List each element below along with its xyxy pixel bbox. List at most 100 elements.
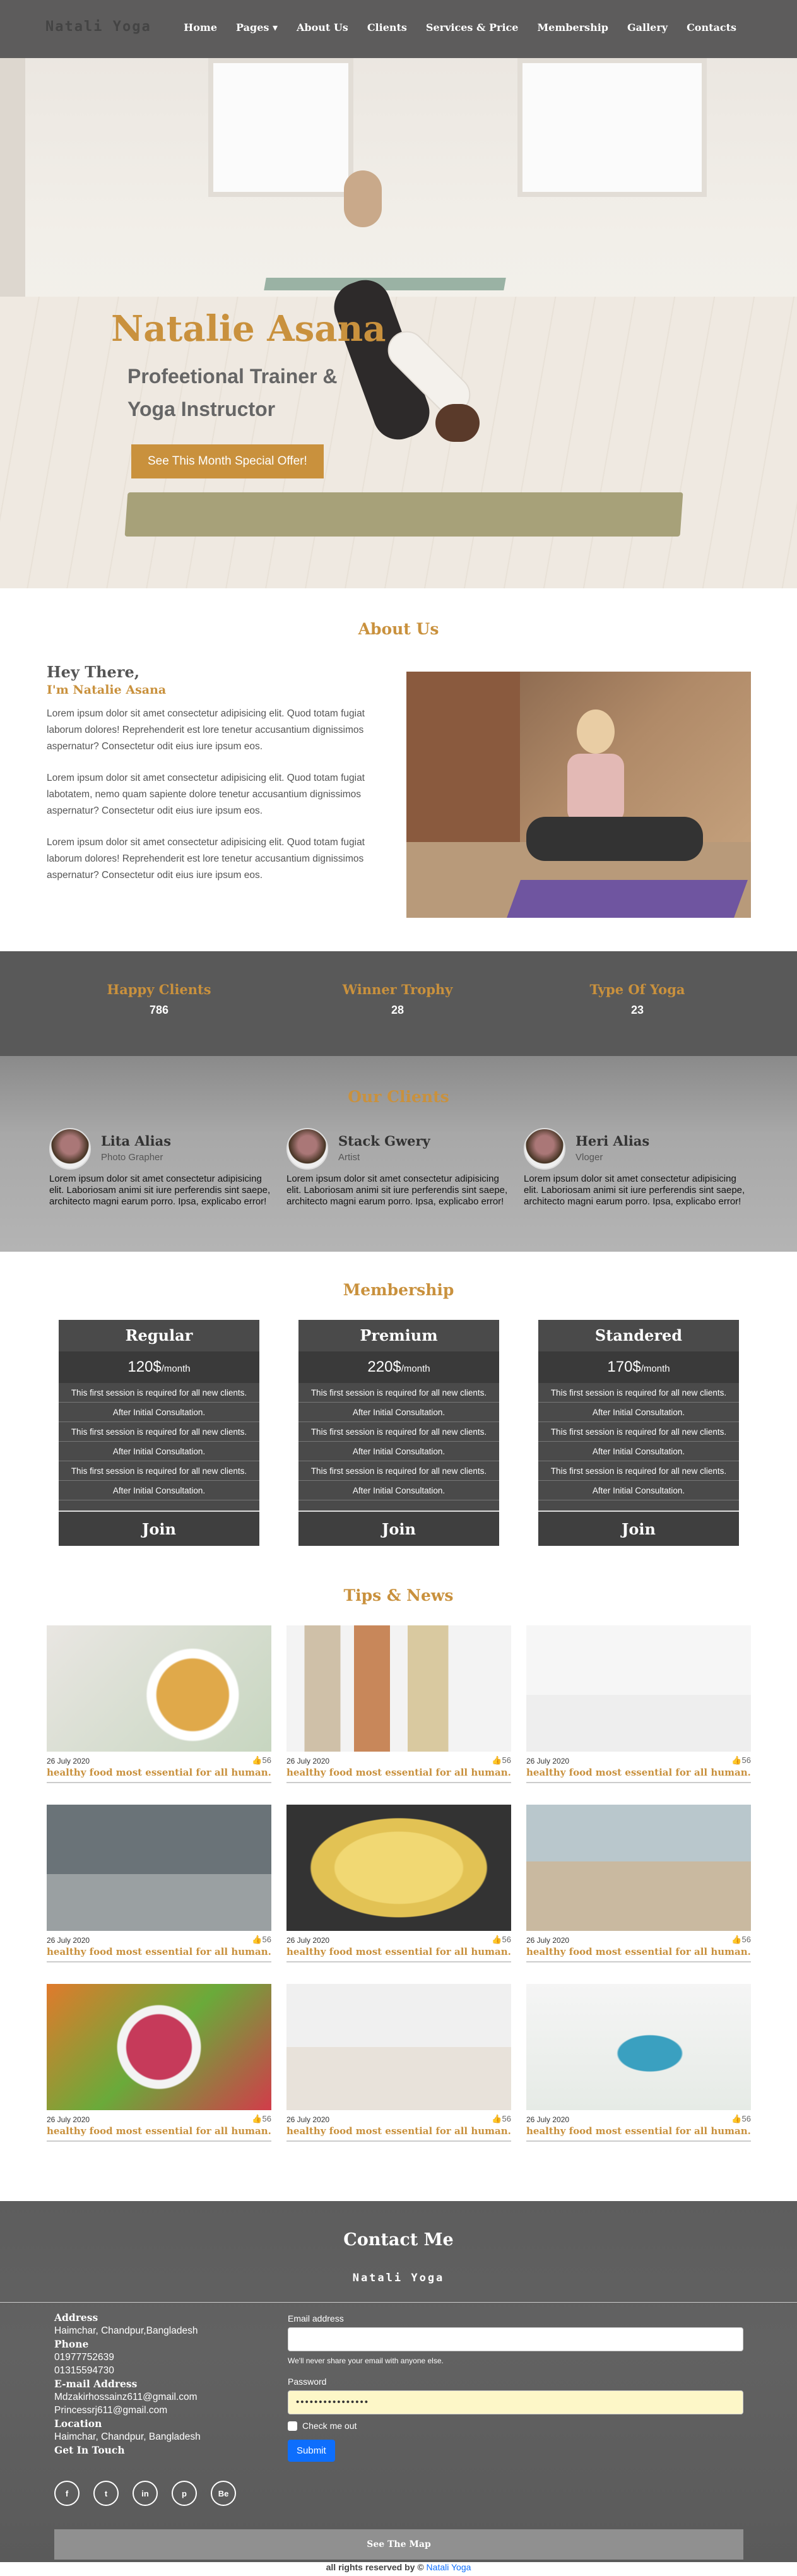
join-button[interactable]: Join <box>298 1511 499 1546</box>
news-image <box>286 1625 511 1752</box>
about-paragraph: Lorem ipsum dolor sit amet consectetur a… <box>47 773 365 816</box>
yoga-mat-back <box>264 278 506 290</box>
news-image <box>526 1984 751 2110</box>
brand-logo[interactable]: Natali Yoga <box>45 19 151 35</box>
like-count[interactable]: 👍56 <box>252 1755 271 1766</box>
footer: all rights reserved by © Natali Yoga <box>0 2562 797 2576</box>
news-card[interactable]: 26 July 2020 👍56 healthy food most essenti… <box>286 1805 511 1969</box>
footer-text: all rights reserved by © <box>326 2562 424 2572</box>
contact-logo: Natali Yoga <box>352 2272 445 2284</box>
linkedin-icon[interactable]: in <box>133 2481 158 2506</box>
phone-1: 01977752639 <box>54 2352 114 2363</box>
membership-section: Membership Regular 120$/month This first… <box>0 1252 797 1565</box>
location-text: Haimchar, Chandpur, Bangladesh <box>54 2431 201 2442</box>
submit-button[interactable]: Submit <box>288 2440 335 2462</box>
contact-form: Email address We'll never share your ema… <box>288 2313 743 2462</box>
facebook-icon[interactable]: f <box>54 2481 80 2506</box>
news-image <box>526 1625 751 1752</box>
clients-title: Our Clients <box>348 1088 449 1106</box>
see-map-button[interactable]: See The Map <box>54 2529 743 2560</box>
nav-pages-dropdown[interactable]: Pages ▾ <box>236 21 278 33</box>
news-headline[interactable]: healthy food most essential for all huma… <box>526 1946 751 1957</box>
about-paragraph: Lorem ipsum dolor sit amet consectetur a… <box>47 708 365 752</box>
news-image <box>47 1984 271 2110</box>
join-button[interactable]: Join <box>59 1511 259 1546</box>
plan-card-standered: Standered 170$/month This first session … <box>538 1320 739 1546</box>
about-intro: I'm Natalie Asana <box>47 683 167 697</box>
like-count[interactable]: 👍56 <box>731 1935 751 1945</box>
like-count[interactable]: 👍56 <box>731 2114 751 2124</box>
news-date: 26 July 2020 <box>47 1936 90 1945</box>
news-section: Tips & News 26 July 2020 👍56 healthy food … <box>0 1565 797 2201</box>
news-date: 26 July 2020 <box>526 1757 570 1766</box>
password-input[interactable]: •••••••••••••••• <box>288 2390 743 2414</box>
like-count[interactable]: 👍56 <box>252 2114 271 2124</box>
footer-link[interactable]: Natali Yoga <box>427 2562 471 2572</box>
news-headline[interactable]: healthy food most essential for all huma… <box>47 1946 271 1957</box>
like-count[interactable]: 👍56 <box>492 1755 511 1766</box>
about-photo <box>406 672 751 918</box>
news-card[interactable]: 26 July 2020 👍56 healthy food most essenti… <box>47 1625 271 1790</box>
news-card[interactable]: 26 July 2020 👍56 healthy food most essenti… <box>526 1805 751 1969</box>
password-label: Password <box>288 2377 327 2387</box>
nav-contacts[interactable]: Contacts <box>687 21 736 33</box>
contact-section: Contact Me Natali Yoga Address Haimchar,… <box>0 2201 797 2562</box>
twitter-icon[interactable]: t <box>93 2481 119 2506</box>
like-count[interactable]: 👍56 <box>492 2114 511 2124</box>
news-headline[interactable]: healthy food most essential for all huma… <box>526 1767 751 1778</box>
nav-about[interactable]: About Us <box>297 21 348 33</box>
news-card[interactable]: 26 July 2020 👍56 healthy food most essenti… <box>47 1984 271 2148</box>
hero-person-head <box>435 404 480 442</box>
avatar <box>524 1128 565 1170</box>
news-headline[interactable]: healthy food most essential for all huma… <box>286 1946 511 1957</box>
email-input[interactable] <box>288 2327 743 2351</box>
about-paragraph: Lorem ipsum dolor sit amet consectetur a… <box>47 837 365 881</box>
news-date: 26 July 2020 <box>47 2115 90 2124</box>
contact-info: Address Haimchar, Chandpur,Bangladesh Ph… <box>54 2312 201 2456</box>
news-headline[interactable]: healthy food most essential for all huma… <box>286 2125 511 2137</box>
like-count[interactable]: 👍56 <box>252 1935 271 1945</box>
news-date: 26 July 2020 <box>286 1936 330 1945</box>
nav-gallery[interactable]: Gallery <box>627 21 668 33</box>
contact-title: Contact Me <box>343 2230 454 2250</box>
social-links: f t in p Be <box>54 2481 236 2506</box>
news-image <box>526 1805 751 1931</box>
news-date: 26 July 2020 <box>286 1757 330 1766</box>
news-card[interactable]: 26 July 2020 👍56 healthy food most essenti… <box>47 1805 271 1969</box>
like-count[interactable]: 👍56 <box>731 1755 751 1766</box>
special-offer-button[interactable]: See This Month Special Offer! <box>131 444 324 478</box>
behance-icon[interactable]: Be <box>211 2481 236 2506</box>
news-headline[interactable]: healthy food most essential for all huma… <box>526 2125 751 2137</box>
like-count[interactable]: 👍56 <box>492 1935 511 1945</box>
hero-subtitle: Profeetional Trainer & Yoga Instructor <box>127 365 338 420</box>
news-title: Tips & News <box>343 1586 454 1605</box>
news-image <box>286 1984 511 2110</box>
nav-clients[interactable]: Clients <box>367 21 407 33</box>
clients-section: Our Clients Lita Alias Photo Grapher Lor… <box>0 1056 797 1252</box>
pinterest-icon[interactable]: p <box>172 2481 197 2506</box>
news-headline[interactable]: healthy food most essential for all huma… <box>47 1767 271 1778</box>
nav-services[interactable]: Services & Price <box>426 21 519 33</box>
navbar: Natali Yoga Home Pages ▾ About Us Client… <box>0 0 797 58</box>
news-card[interactable]: 26 July 2020 👍56 healthy food most essenti… <box>526 1984 751 2148</box>
about-section: About Us Hey There, I'm Natalie Asana Lo… <box>0 588 797 951</box>
news-headline[interactable]: healthy food most essential for all huma… <box>286 1767 511 1778</box>
news-date: 26 July 2020 <box>526 2115 570 2124</box>
check-me-out-checkbox[interactable] <box>288 2421 297 2431</box>
join-button[interactable]: Join <box>538 1511 739 1546</box>
news-card[interactable]: 26 July 2020 👍56 healthy food most essenti… <box>526 1625 751 1790</box>
nav-membership[interactable]: Membership <box>537 21 608 33</box>
about-greeting: Hey There, <box>47 663 140 681</box>
news-date: 26 July 2020 <box>286 2115 330 2124</box>
nav-menu: Home Pages ▾ About Us Clients Services &… <box>184 21 736 33</box>
address-text: Haimchar, Chandpur,Bangladesh <box>54 2325 198 2336</box>
nav-home[interactable]: Home <box>184 21 217 33</box>
news-image <box>47 1805 271 1931</box>
news-image <box>47 1625 271 1752</box>
news-card[interactable]: 26 July 2020 👍56 healthy food most essenti… <box>286 1984 511 2148</box>
yoga-mat <box>124 492 683 537</box>
news-card[interactable]: 26 July 2020 👍56 healthy food most essenti… <box>286 1625 511 1790</box>
check-label: Check me out <box>302 2421 357 2431</box>
about-title: About Us <box>358 620 439 638</box>
news-headline[interactable]: healthy food most essential for all huma… <box>47 2125 271 2137</box>
